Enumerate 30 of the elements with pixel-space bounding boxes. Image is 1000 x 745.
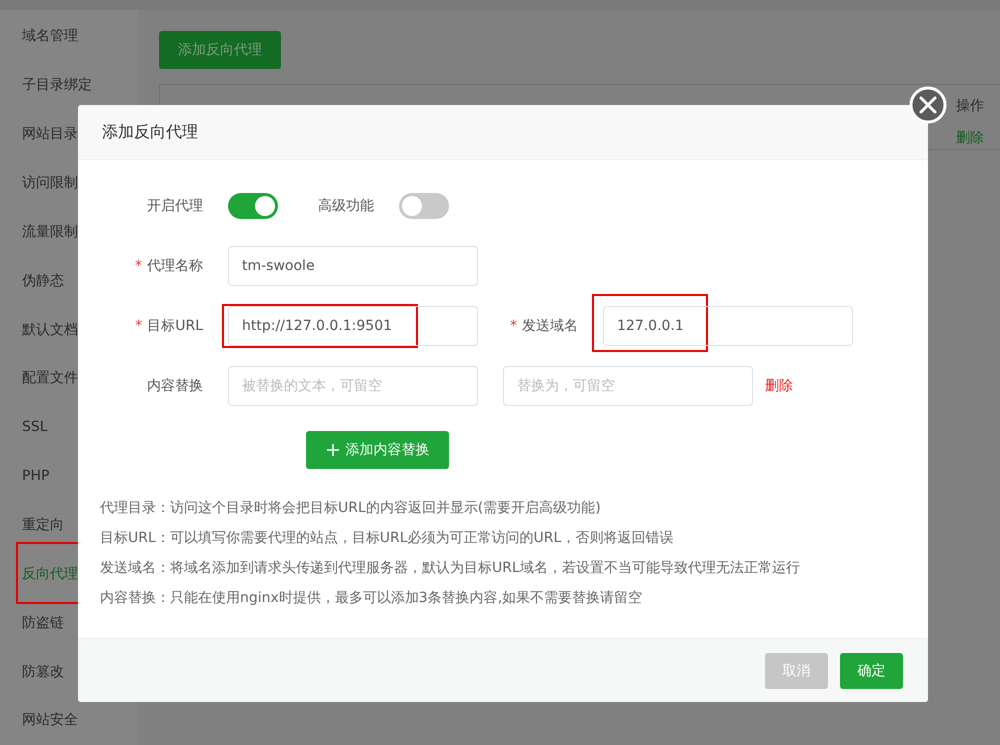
input-field[interactable]: 替换为，可留空 xyxy=(503,366,753,406)
toggle-switch[interactable] xyxy=(399,193,449,219)
toggle-switch[interactable] xyxy=(228,193,278,219)
table-header: 操作 xyxy=(956,97,985,116)
delete-link[interactable]: 删除 xyxy=(765,377,793,395)
confirm-button[interactable]: 确定 xyxy=(840,652,903,688)
field-label: 内容替换 xyxy=(147,377,203,395)
toggle-label: 高级功能 xyxy=(318,197,374,215)
help-text: 目标URL：可以填写你需要代理的站点，目标URL必须为可正常访问的URL，否则将返回错误 xyxy=(100,529,674,548)
input-field[interactable]: 被替换的文本，可留空 xyxy=(228,366,478,406)
help-text: 内容替换：只能在使用nginx时提供，最多可以添加3条替换内容,如果不需要替换请留空 xyxy=(100,589,644,608)
input-field[interactable]: tm-swoole xyxy=(228,246,478,286)
help-text: 代理目录：访问这个目录时将会把目标URL的内容返回并显示(需要开启高级功能) xyxy=(100,499,602,518)
plus-icon xyxy=(326,443,340,457)
input-field[interactable]: 127.0.0.1 xyxy=(603,306,853,346)
sidebar-item[interactable]: 网站安全 xyxy=(0,696,138,745)
field-label: 发送域名 xyxy=(522,317,578,335)
required-mark: * xyxy=(135,318,142,334)
delete-link[interactable]: 删除 xyxy=(956,129,1000,147)
toggle-label: 开启代理 xyxy=(146,197,203,215)
input-field[interactable]: http://127.0.0.1:9501 xyxy=(228,306,478,346)
add-replace-button[interactable]: 添加内容替换 xyxy=(306,431,449,469)
dialog-title: 添加反向代理 xyxy=(78,105,928,160)
sidebar-item[interactable]: 域名管理 xyxy=(0,12,138,61)
help-text: 发送域名：将域名添加到请求头传递到代理服务器，默认为目标URL域名，若设置不当可能导致代理无法正常运行 xyxy=(100,559,801,578)
required-mark: * xyxy=(510,318,517,334)
field-label: 目标URL xyxy=(147,317,203,335)
required-mark: * xyxy=(135,258,142,274)
field-label: 代理名称 xyxy=(147,257,203,275)
add-proxy-button[interactable]: 添加反向代理 xyxy=(159,31,281,69)
